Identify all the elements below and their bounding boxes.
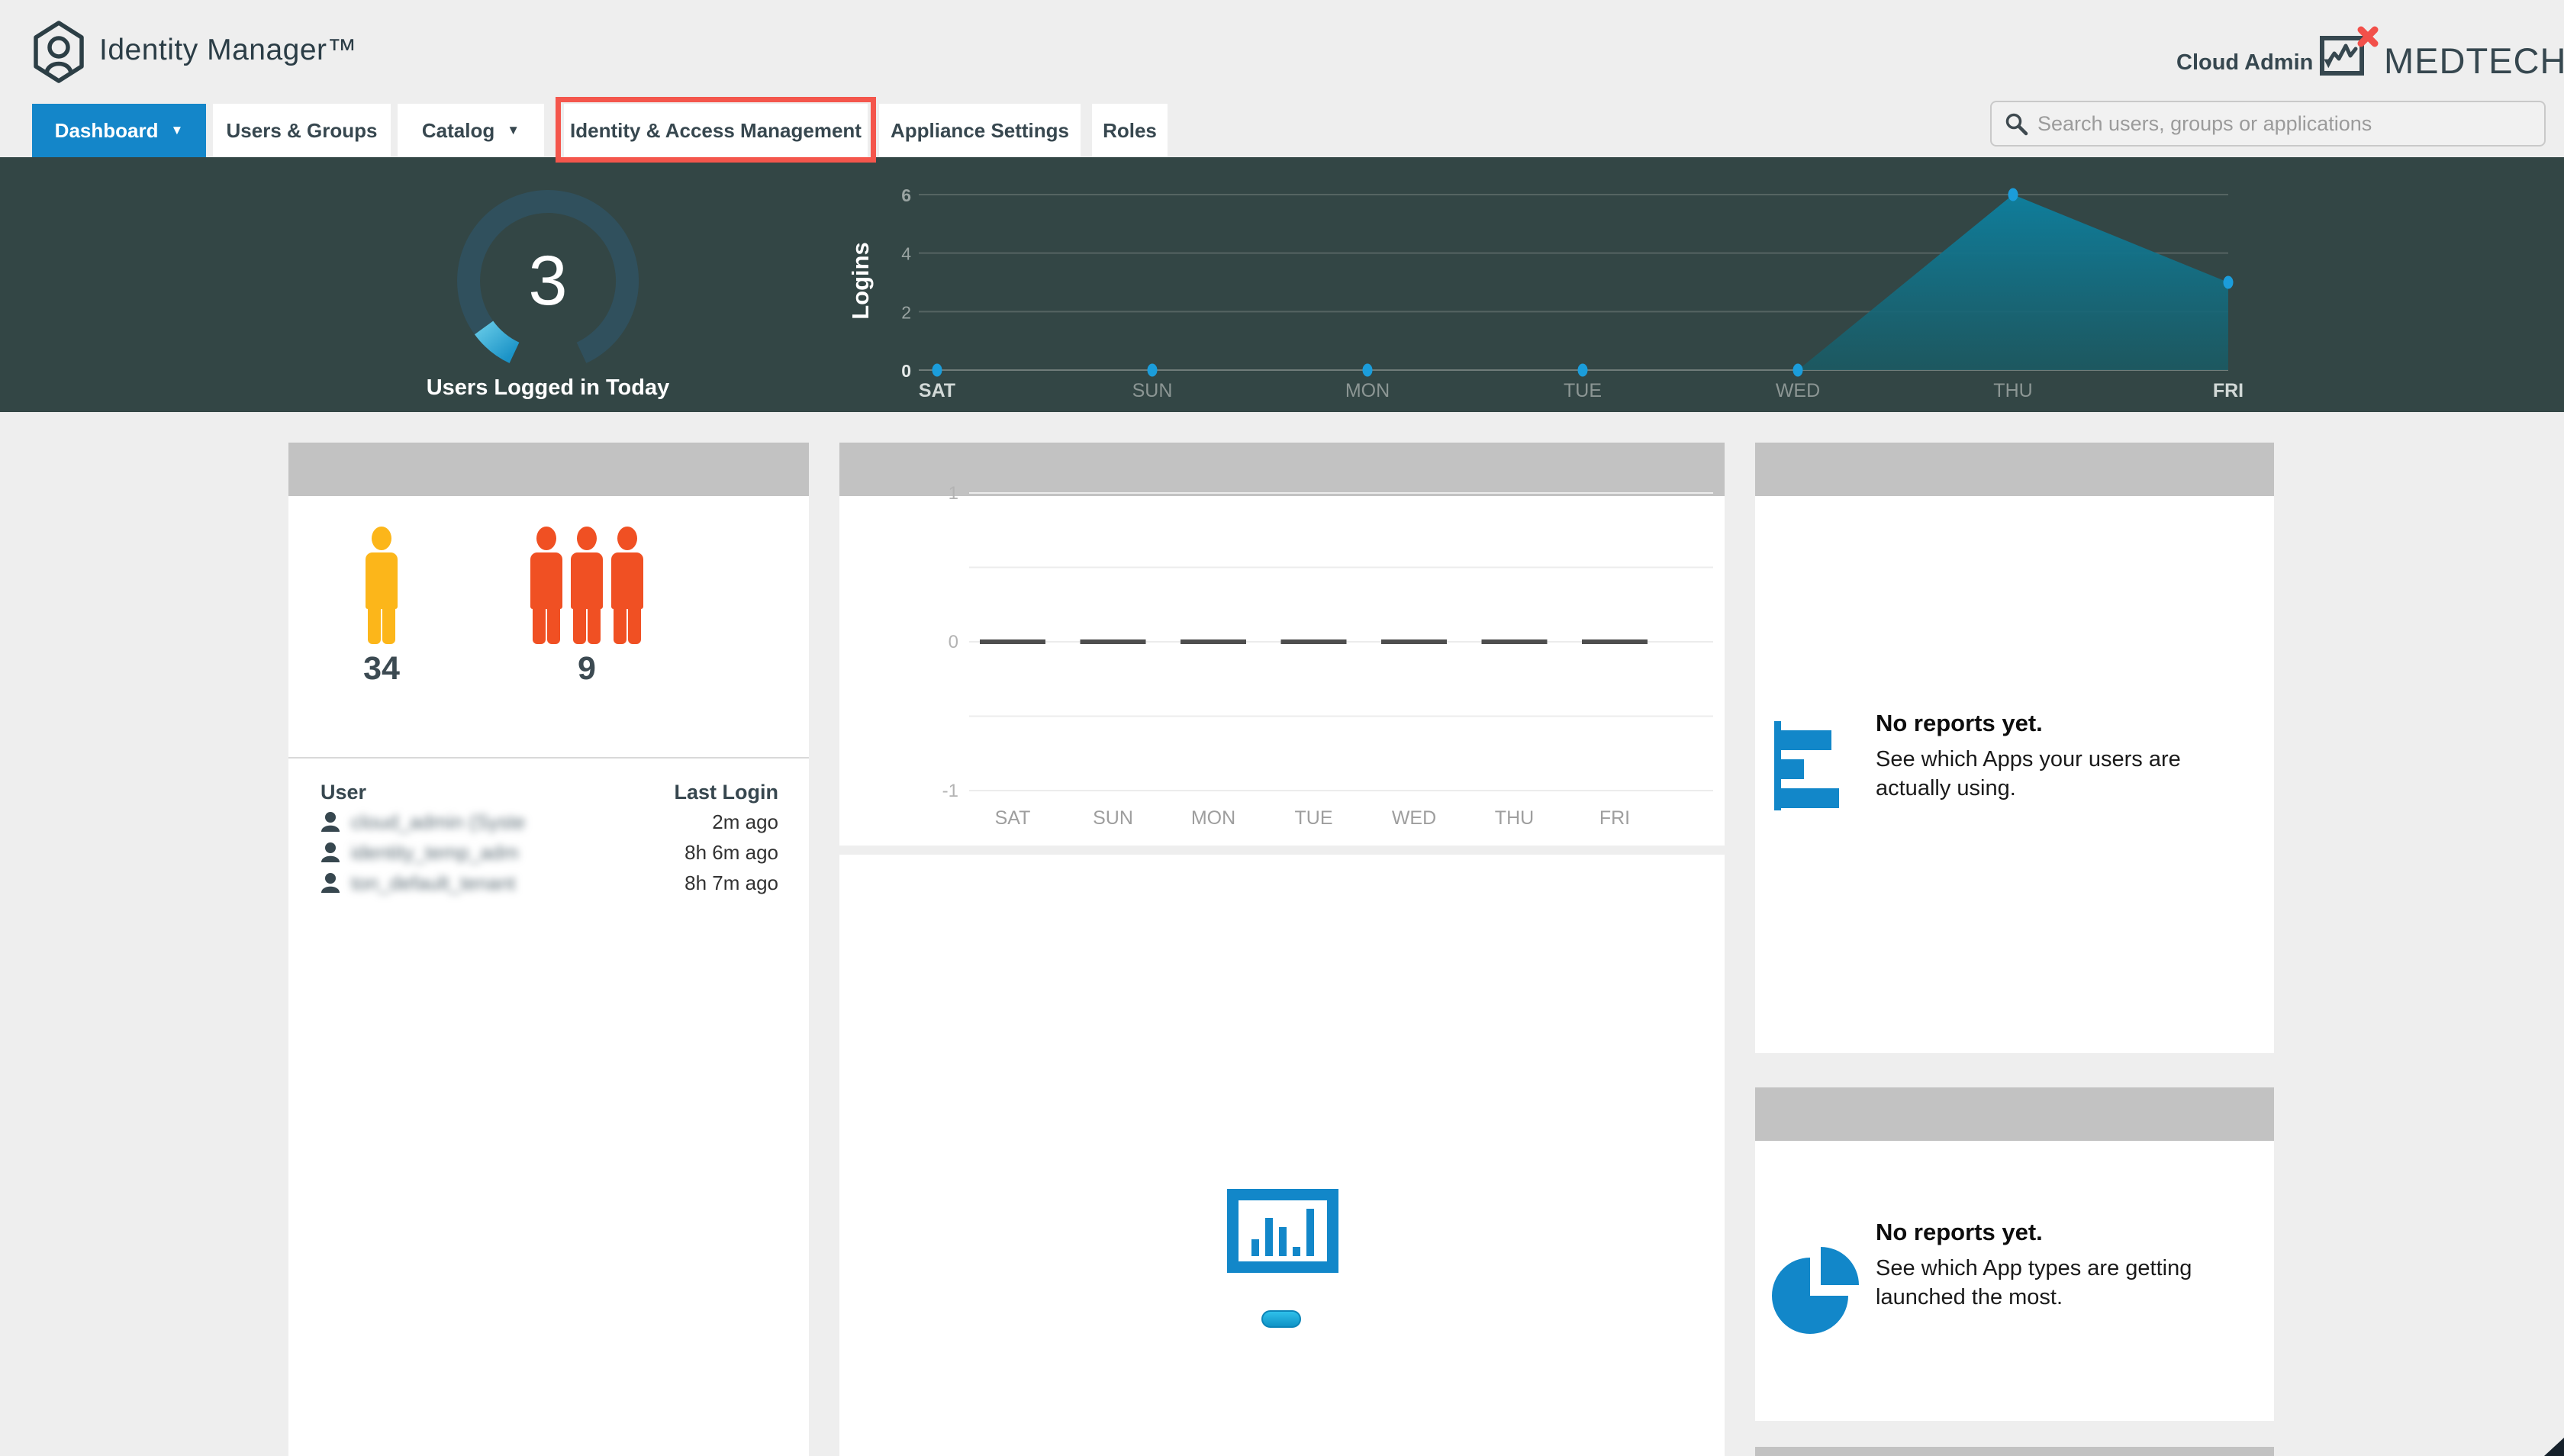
tab-appliance-settings[interactable]: Appliance Settings (879, 104, 1081, 157)
primary-nav: Dashboard ▼ Users & Groups Catalog ▼ Ide… (0, 104, 2564, 157)
tab-label: Users & Groups (227, 119, 378, 143)
logins-area-chart: 0 2 4 6 SAT SUN MON TUE WED THU FRI (885, 169, 2259, 414)
table-row[interactable]: cloud_admin (Syste 2m ago (288, 807, 809, 838)
no-reports-heading: No reports yet. (1876, 1219, 2261, 1246)
svg-text:1: 1 (949, 483, 958, 504)
no-reports-body: See which App types are getting launched… (1876, 1254, 2261, 1312)
group-person-icon (611, 527, 643, 644)
no-reports-body: See which Apps your users are actually u… (1876, 745, 2261, 803)
tab-users-groups[interactable]: Users & Groups (213, 104, 391, 157)
svg-text:SAT: SAT (919, 380, 955, 401)
svg-text:WED: WED (1776, 380, 1820, 401)
last-login-value: 8h 6m ago (684, 841, 778, 865)
search-icon (2004, 111, 2028, 136)
loading-pill (1261, 1310, 1301, 1328)
chevron-down-icon: ▼ (170, 123, 183, 138)
app-types-report-card: No reports yet. See which App types are … (1755, 1087, 2274, 1421)
identity-manager-app: Identity Manager™ Cloud Admin▼ MEDTECH D… (0, 0, 2564, 1456)
search-input[interactable] (2037, 112, 2532, 136)
tab-label: Dashboard (55, 119, 159, 143)
tab-label: Appliance Settings (891, 119, 1069, 143)
launches-empty-card (839, 855, 1725, 1456)
last-login-value: 2m ago (712, 810, 778, 834)
bar-chart-horizontal-icon (1774, 721, 1852, 810)
logins-axis-label: Logins (847, 242, 875, 320)
events-chart-card: 1 0 -1 SAT SUN MON TUE WED THU FRI (839, 443, 1725, 846)
svg-text:THU: THU (1495, 807, 1534, 829)
user-name-redacted: ton_default_tenant (351, 871, 515, 895)
svg-text:TUE: TUE (1295, 807, 1333, 829)
chevron-down-icon: ▼ (507, 123, 520, 138)
svg-text:FRI: FRI (2213, 380, 2244, 401)
svg-text:0: 0 (949, 632, 958, 652)
svg-text:TUE: TUE (1564, 380, 1602, 401)
groups-count: 9 (541, 650, 633, 688)
pie-chart-icon (1770, 1213, 1862, 1339)
tab-label: Roles (1103, 119, 1157, 143)
user-name-redacted: identity_temp_adm (351, 841, 519, 865)
group-person-icon (571, 527, 603, 644)
users-logged-in-label: Users Logged in Today (411, 375, 685, 401)
svg-text:0: 0 (901, 361, 911, 381)
tab-label: Catalog (422, 119, 494, 143)
svg-text:4: 4 (901, 244, 911, 264)
events-flat-chart: 1 0 -1 SAT SUN MON TUE WED THU FRI (870, 472, 1725, 838)
brand-name: MEDTECH (2384, 40, 2564, 82)
next-card-title-bar (1755, 1447, 2274, 1456)
user-name-redacted: cloud_admin (Syste (351, 810, 525, 834)
bar-chart-icon (1227, 1189, 1338, 1273)
app-header: Identity Manager™ Cloud Admin▼ MEDTECH (0, 0, 2564, 104)
svg-text:-1: -1 (942, 781, 958, 801)
user-person-icon (366, 527, 398, 644)
user-icon (319, 841, 342, 864)
table-header-last-login: Last Login (675, 781, 779, 804)
user-icon (319, 810, 342, 833)
users-count: 34 (336, 650, 427, 688)
tab-roles[interactable]: Roles (1092, 104, 1168, 157)
table-row[interactable]: ton_default_tenant 8h 7m ago (288, 868, 809, 899)
users-logged-in-count: 3 (494, 241, 601, 321)
table-row[interactable]: identity_temp_adm 8h 6m ago (288, 838, 809, 868)
tab-catalog[interactable]: Catalog ▼ (398, 104, 544, 157)
user-menu[interactable]: Cloud Admin▼ (2176, 50, 2336, 76)
user-icon (319, 871, 342, 894)
last-login-value: 8h 7m ago (684, 871, 778, 895)
group-person-icon (530, 527, 562, 644)
svg-text:SUN: SUN (1093, 807, 1133, 829)
tab-identity-access-management[interactable]: Identity & Access Management (564, 104, 868, 157)
card-title-bar (1755, 1087, 2274, 1141)
card-title-bar (288, 443, 809, 496)
apps-report-card: No reports yet. See which Apps your user… (1755, 443, 2274, 1053)
table-header-user: User (320, 781, 366, 804)
svg-text:THU: THU (1993, 380, 2032, 401)
svg-text:SUN: SUN (1132, 380, 1173, 401)
svg-text:MON: MON (1191, 807, 1235, 829)
no-reports-heading: No reports yet. (1876, 710, 2261, 737)
svg-text:FRI: FRI (1599, 807, 1630, 829)
mouse-cursor (2544, 1438, 2564, 1456)
svg-text:MON: MON (1345, 380, 1390, 401)
card-title-bar (1755, 443, 2274, 496)
svg-text:WED: WED (1392, 807, 1436, 829)
tab-dashboard[interactable]: Dashboard ▼ (32, 104, 206, 157)
users-summary-card: 34 9 User Last Login cloud_admin (Syste … (288, 443, 809, 1456)
svg-text:SAT: SAT (995, 807, 1031, 829)
medtech-logo-icon (2320, 26, 2379, 78)
global-search[interactable] (1990, 101, 2546, 147)
svg-text:6: 6 (901, 185, 911, 205)
dashboard-banner: 3 Users Logged in Today Logins 0 2 4 6 SAT SU… (0, 157, 2564, 412)
page-title: Identity Manager™ (99, 34, 357, 67)
tab-label: Identity & Access Management (570, 119, 862, 143)
divider (288, 757, 809, 759)
svg-text:2: 2 (901, 302, 911, 322)
identity-manager-logo-icon (32, 20, 85, 84)
